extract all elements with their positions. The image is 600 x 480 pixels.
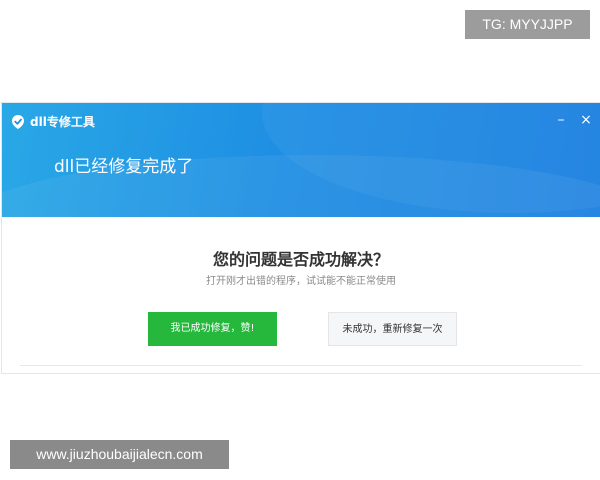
success-button[interactable]: 我已成功修复，赞!	[148, 312, 277, 346]
question-heading: 您的问题是否成功解决？	[212, 250, 389, 269]
retry-button[interactable]: 未成功，重新修复一次	[328, 312, 457, 346]
header-banner: dll专修工具 – × dll已经修复完成了	[2, 103, 600, 217]
app-name: dll专修工具	[30, 115, 95, 129]
close-button[interactable]: ×	[576, 110, 596, 130]
watermark-bottom: www.jiuzhoubaijialecn.com	[10, 440, 229, 469]
minimize-button[interactable]: –	[551, 110, 571, 130]
screenshot: TG: MYYJJPP dll专修工具 – × dll已经修复完成了 您的问题是…	[0, 0, 600, 480]
tool-shield-icon	[12, 115, 24, 129]
hint-text: 打开刚才出错的程序，试试能不能正常使用	[206, 276, 396, 287]
divider	[20, 365, 582, 366]
banner-title: dll已经修复完成了	[54, 157, 194, 177]
watermark-top: TG: MYYJJPP	[465, 10, 590, 39]
dll-repair-dialog: dll专修工具 – × dll已经修复完成了 您的问题是否成功解决？ 打开刚才出…	[2, 103, 600, 373]
